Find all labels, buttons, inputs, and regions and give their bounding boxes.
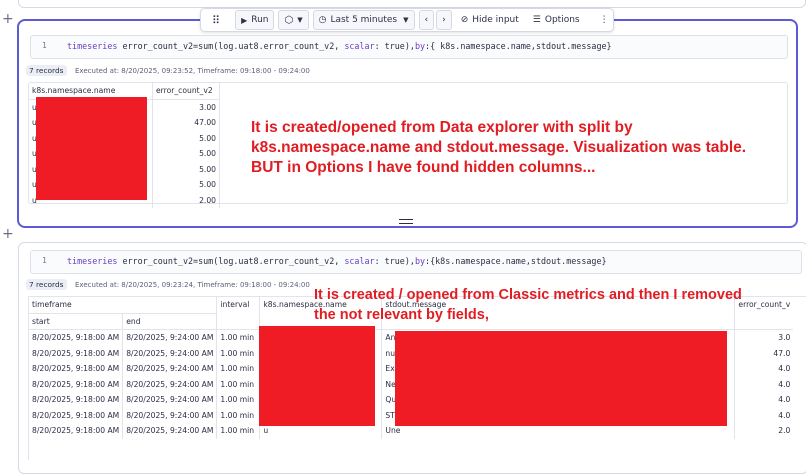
start-cell: 8/20/2025, 9:18:00 AM <box>29 361 124 377</box>
plus-icon[interactable]: + <box>2 12 14 26</box>
interval-cell: 1.00 min <box>216 423 261 439</box>
records-count-badge: 7 records <box>26 65 67 76</box>
redaction-box <box>36 97 147 200</box>
eye-off-icon: ⊘ <box>460 15 469 25</box>
options-button[interactable]: ☰ Options <box>528 11 585 29</box>
start-cell: 8/20/2025, 9:18:00 AM <box>29 329 124 346</box>
end-cell: 8/20/2025, 9:24:00 AM <box>122 329 218 346</box>
end-cell: 8/20/2025, 9:24:00 AM <box>122 392 218 408</box>
chevron-down-icon: ▼ <box>297 16 303 24</box>
end-cell: 8/20/2025, 9:24:00 AM <box>122 423 218 439</box>
hide-input-button[interactable]: ⊘ Hide input <box>456 11 524 29</box>
query-keyword: timeseries <box>67 41 118 51</box>
start-cell: 8/20/2025, 9:18:00 AM <box>29 423 124 439</box>
annotation-line: BUT in Options I have found hidden colum… <box>251 159 596 176</box>
start-cell: 8/20/2025, 9:18:00 AM <box>29 407 124 423</box>
value-cell: 5.00 <box>152 146 220 162</box>
clock-icon: ◷ <box>318 15 327 25</box>
annotation-text: It is created / opened from Classic metr… <box>314 285 742 325</box>
value-cell: 4.0 <box>778 379 791 389</box>
annotation-line: It is created / opened from Classic metr… <box>314 287 742 303</box>
run-label: Run <box>251 15 269 25</box>
start-cell: 8/20/2025, 9:18:00 AM <box>29 345 124 361</box>
annotation-line: k8s.namespace.name and stdout.message. V… <box>251 139 747 156</box>
query-part-b: : true), <box>374 256 415 266</box>
column-header[interactable]: interval <box>216 297 261 330</box>
interval-cell: 1.00 min <box>216 407 261 423</box>
options-label: Options <box>544 15 580 25</box>
end-cell: 8/20/2025, 9:24:00 AM <box>122 361 218 377</box>
records-count-badge: 7 records <box>26 279 67 290</box>
column-header[interactable]: end <box>122 312 218 330</box>
execution-info: Executed at: 8/20/2025, 09:23:24, Timefr… <box>75 281 310 289</box>
query-param: scalar <box>344 41 375 51</box>
line-number: 1 <box>42 41 47 50</box>
value-cell: 47.00 <box>152 115 220 131</box>
resize-handle[interactable] <box>399 219 413 224</box>
start-cell: 8/20/2025, 9:18:00 AM <box>29 376 124 392</box>
chevron-right-icon: › <box>442 15 446 25</box>
visualization-picker[interactable]: ⬡ ▼ <box>278 10 309 30</box>
redaction-box <box>395 331 727 426</box>
annotation-line: the not relevant by fields, <box>314 307 489 323</box>
end-cell: 8/20/2025, 9:24:00 AM <box>122 407 218 423</box>
value-cell: 4.0 <box>778 395 791 405</box>
cube-icon: ⬡ <box>284 14 294 26</box>
query-part-a: error_count_v2=sum(log.uat8.error_count_… <box>117 256 345 266</box>
interval-cell: 1.00 min <box>216 361 261 377</box>
value-cell: 2.00 <box>152 192 220 208</box>
value-cell: 3.0 <box>778 333 791 343</box>
start-cell: 8/20/2025, 9:18:00 AM <box>29 392 124 408</box>
timeframe-label: Last 5 minutes <box>330 15 398 25</box>
query-param: scalar <box>344 256 375 266</box>
more-vertical-icon[interactable]: ⋮ <box>595 11 614 29</box>
hide-input-label: Hide input <box>472 15 519 25</box>
sliders-icon: ☰ <box>532 15 541 25</box>
drag-handle-icon[interactable]: ⠿ <box>207 11 225 29</box>
run-button[interactable]: ▶ Run <box>235 10 275 30</box>
query-by: by <box>414 256 426 266</box>
play-icon: ▶ <box>241 15 248 25</box>
interval-cell: 1.00 min <box>216 376 261 392</box>
execution-info: Executed at: 8/20/2025, 09:23:52, Timefr… <box>75 67 310 75</box>
query-part-a: error_count_v2=sum(log.uat8.error_count_… <box>117 41 345 51</box>
annotation-text: It is created/opened from Data explorer … <box>251 118 746 178</box>
query-part-c: :{ k8s.namespace.name,stdout.message} <box>425 41 612 51</box>
value-cell: 47.0 <box>773 348 791 358</box>
column-header[interactable]: start <box>29 312 124 330</box>
end-cell: 8/20/2025, 9:24:00 AM <box>122 345 218 361</box>
column-header[interactable]: error_count_v2 <box>152 83 220 99</box>
timeframe-back-button[interactable]: ‹ <box>418 10 435 30</box>
value-cell: 5.00 <box>152 130 220 146</box>
value-cell: 5.00 <box>152 177 220 193</box>
plus-icon[interactable]: + <box>2 227 14 241</box>
column-group-header[interactable]: timeframe <box>29 297 218 313</box>
annotation-line: It is created/opened from Data explorer … <box>251 119 633 136</box>
query-keyword: timeseries <box>67 256 118 266</box>
redaction-box <box>259 326 375 426</box>
timeframe-selector[interactable]: ◷ Last 5 minutes ▼ <box>312 10 415 30</box>
interval-cell: 1.00 min <box>216 345 261 361</box>
interval-cell: 1.00 min <box>216 329 261 346</box>
previous-section-edge <box>18 0 806 8</box>
query-part-b: : true), <box>374 41 415 51</box>
interval-cell: 1.00 min <box>216 392 261 408</box>
column-header[interactable]: error_count_v <box>735 297 793 330</box>
chevron-left-icon: ‹ <box>424 15 429 25</box>
chevron-down-icon: ▼ <box>403 16 409 24</box>
query-text[interactable]: timeseries error_count_v2=sum(log.uat8.e… <box>67 256 607 266</box>
section-toolbar: ⠿ ▶ Run ⬡ ▼ ◷ Last 5 minutes ▼ ‹ › ⊘ Hid… <box>200 8 614 32</box>
end-cell: 8/20/2025, 9:24:00 AM <box>122 376 218 392</box>
value-cell: 2.0 <box>778 426 791 436</box>
query-text[interactable]: timeseries error_count_v2=sum(log.uat8.e… <box>67 41 612 51</box>
value-cell: 5.00 <box>152 161 220 177</box>
query-by: by <box>414 41 426 51</box>
timeframe-forward-button[interactable]: › <box>436 10 452 30</box>
query-part-c: :{k8s.namespace.name,stdout.message} <box>425 256 607 266</box>
line-number: 1 <box>42 256 47 265</box>
value-cell: 4.0 <box>778 410 791 420</box>
value-cell: 3.00 <box>152 99 220 115</box>
value-cell: 4.0 <box>778 364 791 374</box>
